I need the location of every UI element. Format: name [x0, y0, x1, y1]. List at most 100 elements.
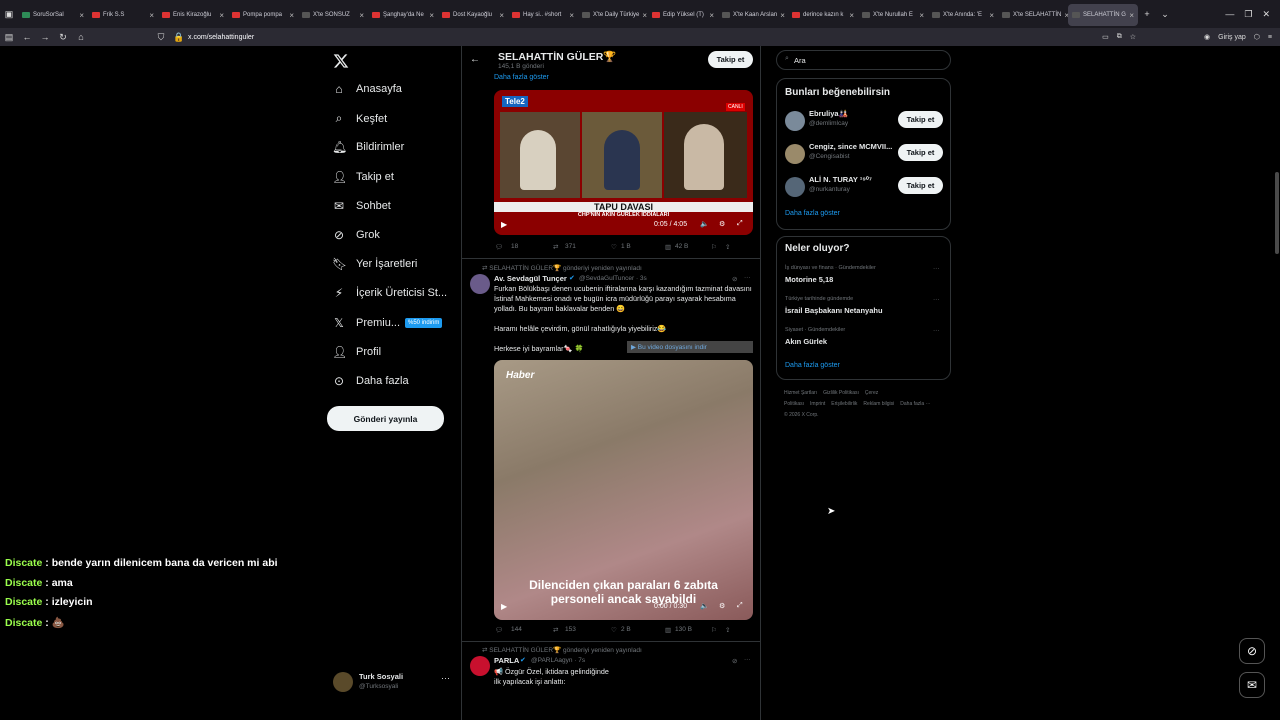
browser-tab[interactable]: X'te Kaan Arslan × [718, 4, 788, 26]
more-dots-icon[interactable]: ··· [933, 327, 940, 334]
more-dots-icon[interactable]: ··· [933, 296, 940, 303]
footer-link[interactable]: Gizlilik Politikası [823, 390, 859, 396]
close-tab-icon[interactable]: × [149, 11, 154, 20]
mute-icon[interactable]: 🔈 [700, 220, 709, 228]
nav-item-explore[interactable]: ⌕ Keşfet [332, 111, 388, 126]
tweet-author[interactable]: Av. Sevdagül Tunçer [494, 274, 567, 283]
close-tab-icon[interactable]: × [709, 11, 714, 20]
like-icon[interactable]: ♡ [611, 626, 621, 634]
minimize-icon[interactable]: — [1225, 9, 1234, 20]
more-dots-icon[interactable]: ··· [441, 673, 450, 683]
bookmark-icon[interactable]: ⚐ [711, 243, 725, 251]
grok-icon[interactable]: ⊘ [732, 275, 737, 283]
extensions-icon[interactable]: ⬡ [1254, 33, 1260, 41]
reader-view-icon[interactable]: ▭ [1102, 33, 1109, 41]
browser-tab[interactable]: Pompa pompa × [228, 4, 298, 26]
grok-fab[interactable]: ⊘ [1239, 638, 1265, 664]
shield-icon[interactable]: ⛉ [152, 32, 170, 43]
search-input[interactable]: Ara [794, 56, 806, 65]
avatar[interactable] [470, 656, 490, 676]
browser-tab[interactable]: Hay si.. #short × [508, 4, 578, 26]
footer-link[interactable]: Erişilebilirlik [831, 401, 857, 407]
bookmark-icon[interactable]: ⚐ [711, 626, 725, 634]
show-more-link[interactable]: Daha fazla göster [785, 362, 840, 369]
reply-icon[interactable]: 💬︎ [495, 243, 511, 251]
close-tab-icon[interactable]: × [429, 11, 434, 20]
views-icon[interactable]: ▥ [665, 243, 675, 251]
repost-icon[interactable]: ⇄ [553, 626, 565, 634]
more-dots-icon[interactable]: ··· [744, 656, 751, 663]
forward-icon[interactable]: → [36, 32, 54, 42]
browser-tab[interactable]: derince kazın k × [788, 4, 858, 26]
close-tab-icon[interactable]: × [219, 11, 224, 20]
share-icon[interactable]: ⇪ [725, 243, 730, 251]
close-tab-icon[interactable]: × [1129, 11, 1134, 20]
repost-icon[interactable]: ⇄ [553, 243, 565, 251]
signin-label[interactable]: Giriş yap [1218, 34, 1246, 41]
browser-tab[interactable]: X'te SELAHATTİN × [998, 4, 1068, 26]
browser-tab[interactable]: X'te Nurullah E × [858, 4, 928, 26]
nav-item-home[interactable]: ⌂ Anasayfa [332, 82, 402, 96]
follow-button[interactable]: Takip et [708, 51, 753, 68]
nav-item-message[interactable]: ✉ Sohbet [332, 199, 391, 213]
nav-item-bell[interactable]: 🔔︎ Bildirimler [332, 140, 404, 154]
url-text[interactable]: x.com/selahattinguler [188, 34, 254, 41]
close-tab-icon[interactable]: × [780, 11, 785, 20]
nav-item-grok[interactable]: ⊘ Grok [332, 228, 380, 242]
post-button[interactable]: Gönderi yayınla [327, 406, 444, 431]
settings-icon[interactable]: ⚙ [719, 220, 725, 228]
play-icon[interactable]: ▶ [501, 602, 507, 611]
grok-icon[interactable]: ⊘ [732, 657, 737, 665]
close-tab-icon[interactable]: × [989, 11, 994, 20]
tab-list-icon[interactable]: ▣ [0, 9, 18, 20]
account-switcher[interactable]: Turk Sosyali @Turksosyali ··· [333, 670, 453, 694]
close-tab-icon[interactable]: × [642, 11, 647, 20]
close-tab-icon[interactable]: × [289, 11, 294, 20]
nav-item-x-premium[interactable]: 𝕏 Premiu... [332, 316, 400, 330]
browser-tab[interactable]: SELAHATTİN G × [1068, 4, 1138, 26]
show-more-link[interactable]: Daha fazla göster [494, 74, 549, 81]
close-window-icon[interactable]: ✕ [1262, 9, 1270, 20]
nav-item-bookmark[interactable]: 🔖︎ Yer İşaretleri [332, 257, 417, 271]
share-icon[interactable]: ⇪ [725, 626, 730, 634]
pip-icon[interactable]: ⧉ [1117, 33, 1122, 41]
reply-icon[interactable]: 💬︎ [495, 626, 511, 634]
reload-icon[interactable]: ↻ [54, 32, 72, 43]
nav-item-profile[interactable]: 👤︎ Profil [332, 345, 381, 359]
scrollbar-thumb[interactable] [1275, 172, 1279, 254]
close-tab-icon[interactable]: × [79, 11, 84, 20]
browser-tab[interactable]: SoruSorSal × [18, 4, 88, 26]
nav-item-more-circle[interactable]: ⊙ Daha fazla [332, 374, 409, 388]
browser-tab[interactable]: Şanghay'da Ne × [368, 4, 438, 26]
new-tab-icon[interactable]: + [1138, 9, 1156, 19]
x-logo-icon[interactable] [333, 53, 349, 69]
video-player[interactable]: Haber Dilenciden çıkan paraları 6 zabıta… [494, 360, 753, 620]
nav-item-creator-studio[interactable]: ⚡︎ İçerik Üreticisi St... [332, 286, 447, 300]
menu-icon[interactable]: ≡ [1268, 34, 1272, 41]
search-box[interactable]: ⌕ Ara [776, 50, 951, 70]
browser-tab[interactable]: Frik S.S × [88, 4, 158, 26]
mute-icon[interactable]: 🔈 [700, 602, 709, 610]
close-tab-icon[interactable]: × [919, 11, 924, 20]
settings-icon[interactable]: ⚙ [719, 602, 725, 610]
close-tab-icon[interactable]: × [849, 11, 854, 20]
like-icon[interactable]: ♡ [611, 243, 621, 251]
tweet-author[interactable]: PARLA [494, 656, 519, 665]
download-video-button[interactable]: ▶ Bu video dosyasını indir [627, 341, 753, 353]
fullscreen-icon[interactable]: ⤢ [737, 602, 743, 610]
browser-tab[interactable]: Edip Yüksel (T) × [648, 4, 718, 26]
video-player[interactable]: Tele2 CANLI TAPU DAVASI CHP'NİN AKIN GÜR… [494, 90, 753, 235]
follow-button[interactable]: Takip et [898, 111, 943, 128]
fullscreen-icon[interactable]: ⤢ [737, 220, 743, 228]
footer-link[interactable]: Reklam bilgisi [863, 401, 894, 407]
messages-fab[interactable]: ✉ [1239, 672, 1265, 698]
show-more-link[interactable]: Daha fazla göster [785, 210, 840, 217]
more-dots-icon[interactable]: ··· [933, 265, 940, 272]
close-tab-icon[interactable]: × [569, 11, 574, 20]
more-dots-icon[interactable]: ··· [744, 274, 751, 281]
close-tab-icon[interactable]: × [499, 11, 504, 20]
footer-link[interactable]: Daha fazla ··· [900, 401, 930, 407]
play-icon[interactable]: ▶ [501, 220, 507, 229]
footer-link[interactable]: Hizmet Şartları [784, 390, 817, 396]
browser-tab[interactable]: X'te SONSUZ × [298, 4, 368, 26]
